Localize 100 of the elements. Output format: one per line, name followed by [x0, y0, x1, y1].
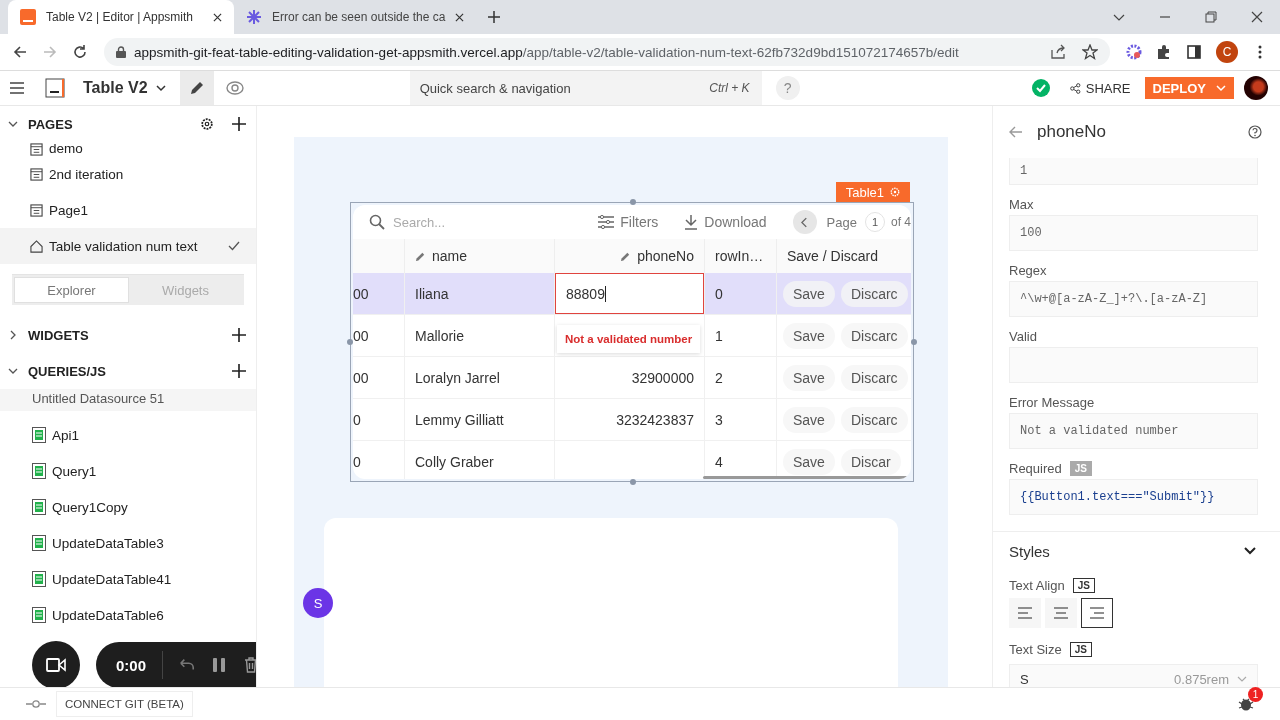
align-left-icon — [1018, 607, 1032, 619]
field-label: Max — [1009, 196, 1034, 212]
app-favicon-icon — [20, 9, 36, 25]
page-item[interactable]: demo — [0, 142, 256, 156]
bug-icon[interactable] — [1238, 697, 1254, 711]
table-cell: Mallorie — [405, 315, 555, 357]
query-item[interactable]: Api1 — [0, 417, 256, 453]
discard-button[interactable]: Discarc — [840, 406, 908, 433]
connect-git-button[interactable]: CONNECT GIT (BETA) — [56, 691, 193, 717]
tab-title: Error can be seen outside the ca — [272, 10, 446, 24]
camera-button[interactable] — [32, 641, 80, 687]
menu-icon[interactable] — [9, 80, 25, 96]
query-item[interactable]: Query1 — [0, 453, 256, 489]
back-icon[interactable] — [1009, 126, 1023, 138]
video-camera-icon — [46, 658, 66, 672]
trash-icon[interactable] — [243, 657, 256, 673]
preview-icon[interactable] — [225, 81, 244, 95]
sparkle-icon — [246, 9, 262, 25]
section-title[interactable]: WIDGETS — [28, 327, 89, 343]
table-cell: Lemmy Gilliatt — [405, 399, 555, 441]
query-item[interactable]: UpdateDataTable3 — [0, 525, 256, 561]
table-cell: 0 — [705, 273, 777, 315]
edit-mode-button[interactable] — [179, 71, 214, 105]
search-icon — [369, 214, 385, 230]
column-header[interactable]: Save / Discard — [777, 239, 911, 273]
align-right-button[interactable] — [1081, 598, 1113, 628]
page-item[interactable]: Page1 — [0, 192, 256, 228]
save-button[interactable]: Save — [783, 322, 835, 349]
user-avatar[interactable]: S — [303, 588, 333, 618]
browser-tab[interactable]: Table V2 | Editor | Appsmith — [8, 0, 234, 34]
close-icon[interactable] — [455, 12, 465, 22]
field-label: Required — [1009, 460, 1062, 476]
chevron-right-icon[interactable] — [8, 330, 18, 340]
check-icon — [228, 241, 240, 251]
query-item[interactable]: UpdateDataTable6 — [0, 597, 256, 633]
share-button[interactable]: SHARE — [1061, 80, 1139, 96]
save-button[interactable]: Save — [783, 448, 835, 475]
property-input-field[interactable]: ^\w+@[a-zA-Z_]+?\.[a-zA-Z] — [1009, 281, 1258, 317]
close-icon[interactable] — [213, 12, 222, 22]
property-input-field[interactable]: {{Button1.text==="Submit"}} — [1009, 479, 1258, 515]
column-header[interactable]: name — [405, 239, 555, 273]
panel-title: phoneNo — [1037, 122, 1106, 142]
add-icon[interactable] — [232, 364, 246, 378]
query-item[interactable]: UpdateDataTable41 — [0, 561, 256, 597]
page-item[interactable]: 2nd iteration — [0, 156, 256, 192]
property-input-field[interactable]: 100 — [1009, 215, 1258, 251]
save-button[interactable]: Save — [783, 364, 835, 391]
lock-icon — [116, 46, 126, 58]
settings-icon[interactable] — [200, 117, 214, 131]
download-button[interactable]: Download — [678, 213, 773, 231]
restore-icon[interactable] — [1205, 11, 1217, 23]
property-input-field[interactable]: 1 — [1009, 158, 1258, 185]
text-size-dropdown[interactable]: S 0.875rem — [1009, 664, 1258, 687]
js-toggle[interactable]: JS — [1069, 641, 1092, 657]
datasource-label: Untitled Datasource 51 — [0, 389, 256, 411]
new-tab-icon[interactable] — [488, 11, 501, 23]
discard-button[interactable]: Discarc — [840, 322, 908, 349]
pause-icon[interactable] — [211, 657, 228, 673]
filters-button[interactable]: Filters — [592, 213, 665, 231]
chevron-down-icon[interactable] — [8, 119, 18, 129]
tab-title: Table V2 | Editor | Appsmith — [46, 10, 194, 24]
query-item[interactable]: Query1Copy — [0, 489, 256, 525]
table-widget[interactable] — [350, 202, 914, 482]
search-field[interactable]: Quick search & navigation Ctrl + K — [409, 71, 762, 105]
address-bar[interactable]: appsmith-git-feat-table-editing-validation-get-appsmith.vercel.app/app/table-v2/table-validation-num-text-62fb732d9bd151072174657b/edit — [104, 38, 1110, 66]
share-icon — [1069, 82, 1081, 94]
download-icon — [684, 214, 699, 230]
chevron-down-icon — [1237, 676, 1247, 682]
js-toggle[interactable]: JS — [1072, 577, 1095, 593]
explorer-tab[interactable]: Explorer — [14, 277, 129, 303]
discard-button[interactable]: Discarc — [840, 364, 908, 391]
column-header[interactable]: rowIn… — [705, 239, 777, 273]
table-cell: 3232423837 — [616, 411, 694, 428]
save-button[interactable]: Save — [783, 406, 835, 433]
user-avatar[interactable] — [1244, 76, 1268, 100]
section-title[interactable]: QUERIES/JS — [28, 363, 107, 379]
discard-button[interactable]: Discar — [840, 448, 901, 475]
column-title: Save / Discard — [787, 248, 879, 264]
cell-input-field[interactable]: 88809 — [555, 273, 704, 314]
styles-section-header[interactable]: Styles — [993, 531, 1280, 570]
app-name[interactable]: Table V2 — [83, 79, 148, 97]
save-button[interactable]: Save — [783, 280, 835, 307]
add-icon[interactable] — [232, 117, 246, 131]
align-left-button[interactable] — [1009, 598, 1041, 628]
chevron-down-icon[interactable] — [1244, 547, 1256, 555]
discard-button[interactable]: Discarc — [840, 280, 908, 307]
profile-avatar[interactable]: C — [1216, 41, 1238, 63]
logo-icon[interactable] — [45, 78, 65, 98]
column-header[interactable]: phoneNo — [555, 239, 705, 273]
error-count-badge: 1 — [1248, 687, 1263, 702]
help-icon[interactable] — [1248, 125, 1262, 139]
browser-tab[interactable]: Error can be seen outside the ca — [234, 0, 477, 34]
previous-page-button[interactable] — [792, 210, 817, 234]
caret-icon[interactable] — [155, 83, 166, 93]
chevron-down-icon[interactable] — [8, 366, 18, 376]
close-icon[interactable] — [1251, 11, 1263, 23]
property-input-field[interactable]: Not a validated number — [1009, 413, 1258, 449]
page-item[interactable]: Table validation num text — [0, 228, 256, 264]
check-icon — [1031, 79, 1050, 97]
add-icon[interactable] — [232, 328, 246, 342]
